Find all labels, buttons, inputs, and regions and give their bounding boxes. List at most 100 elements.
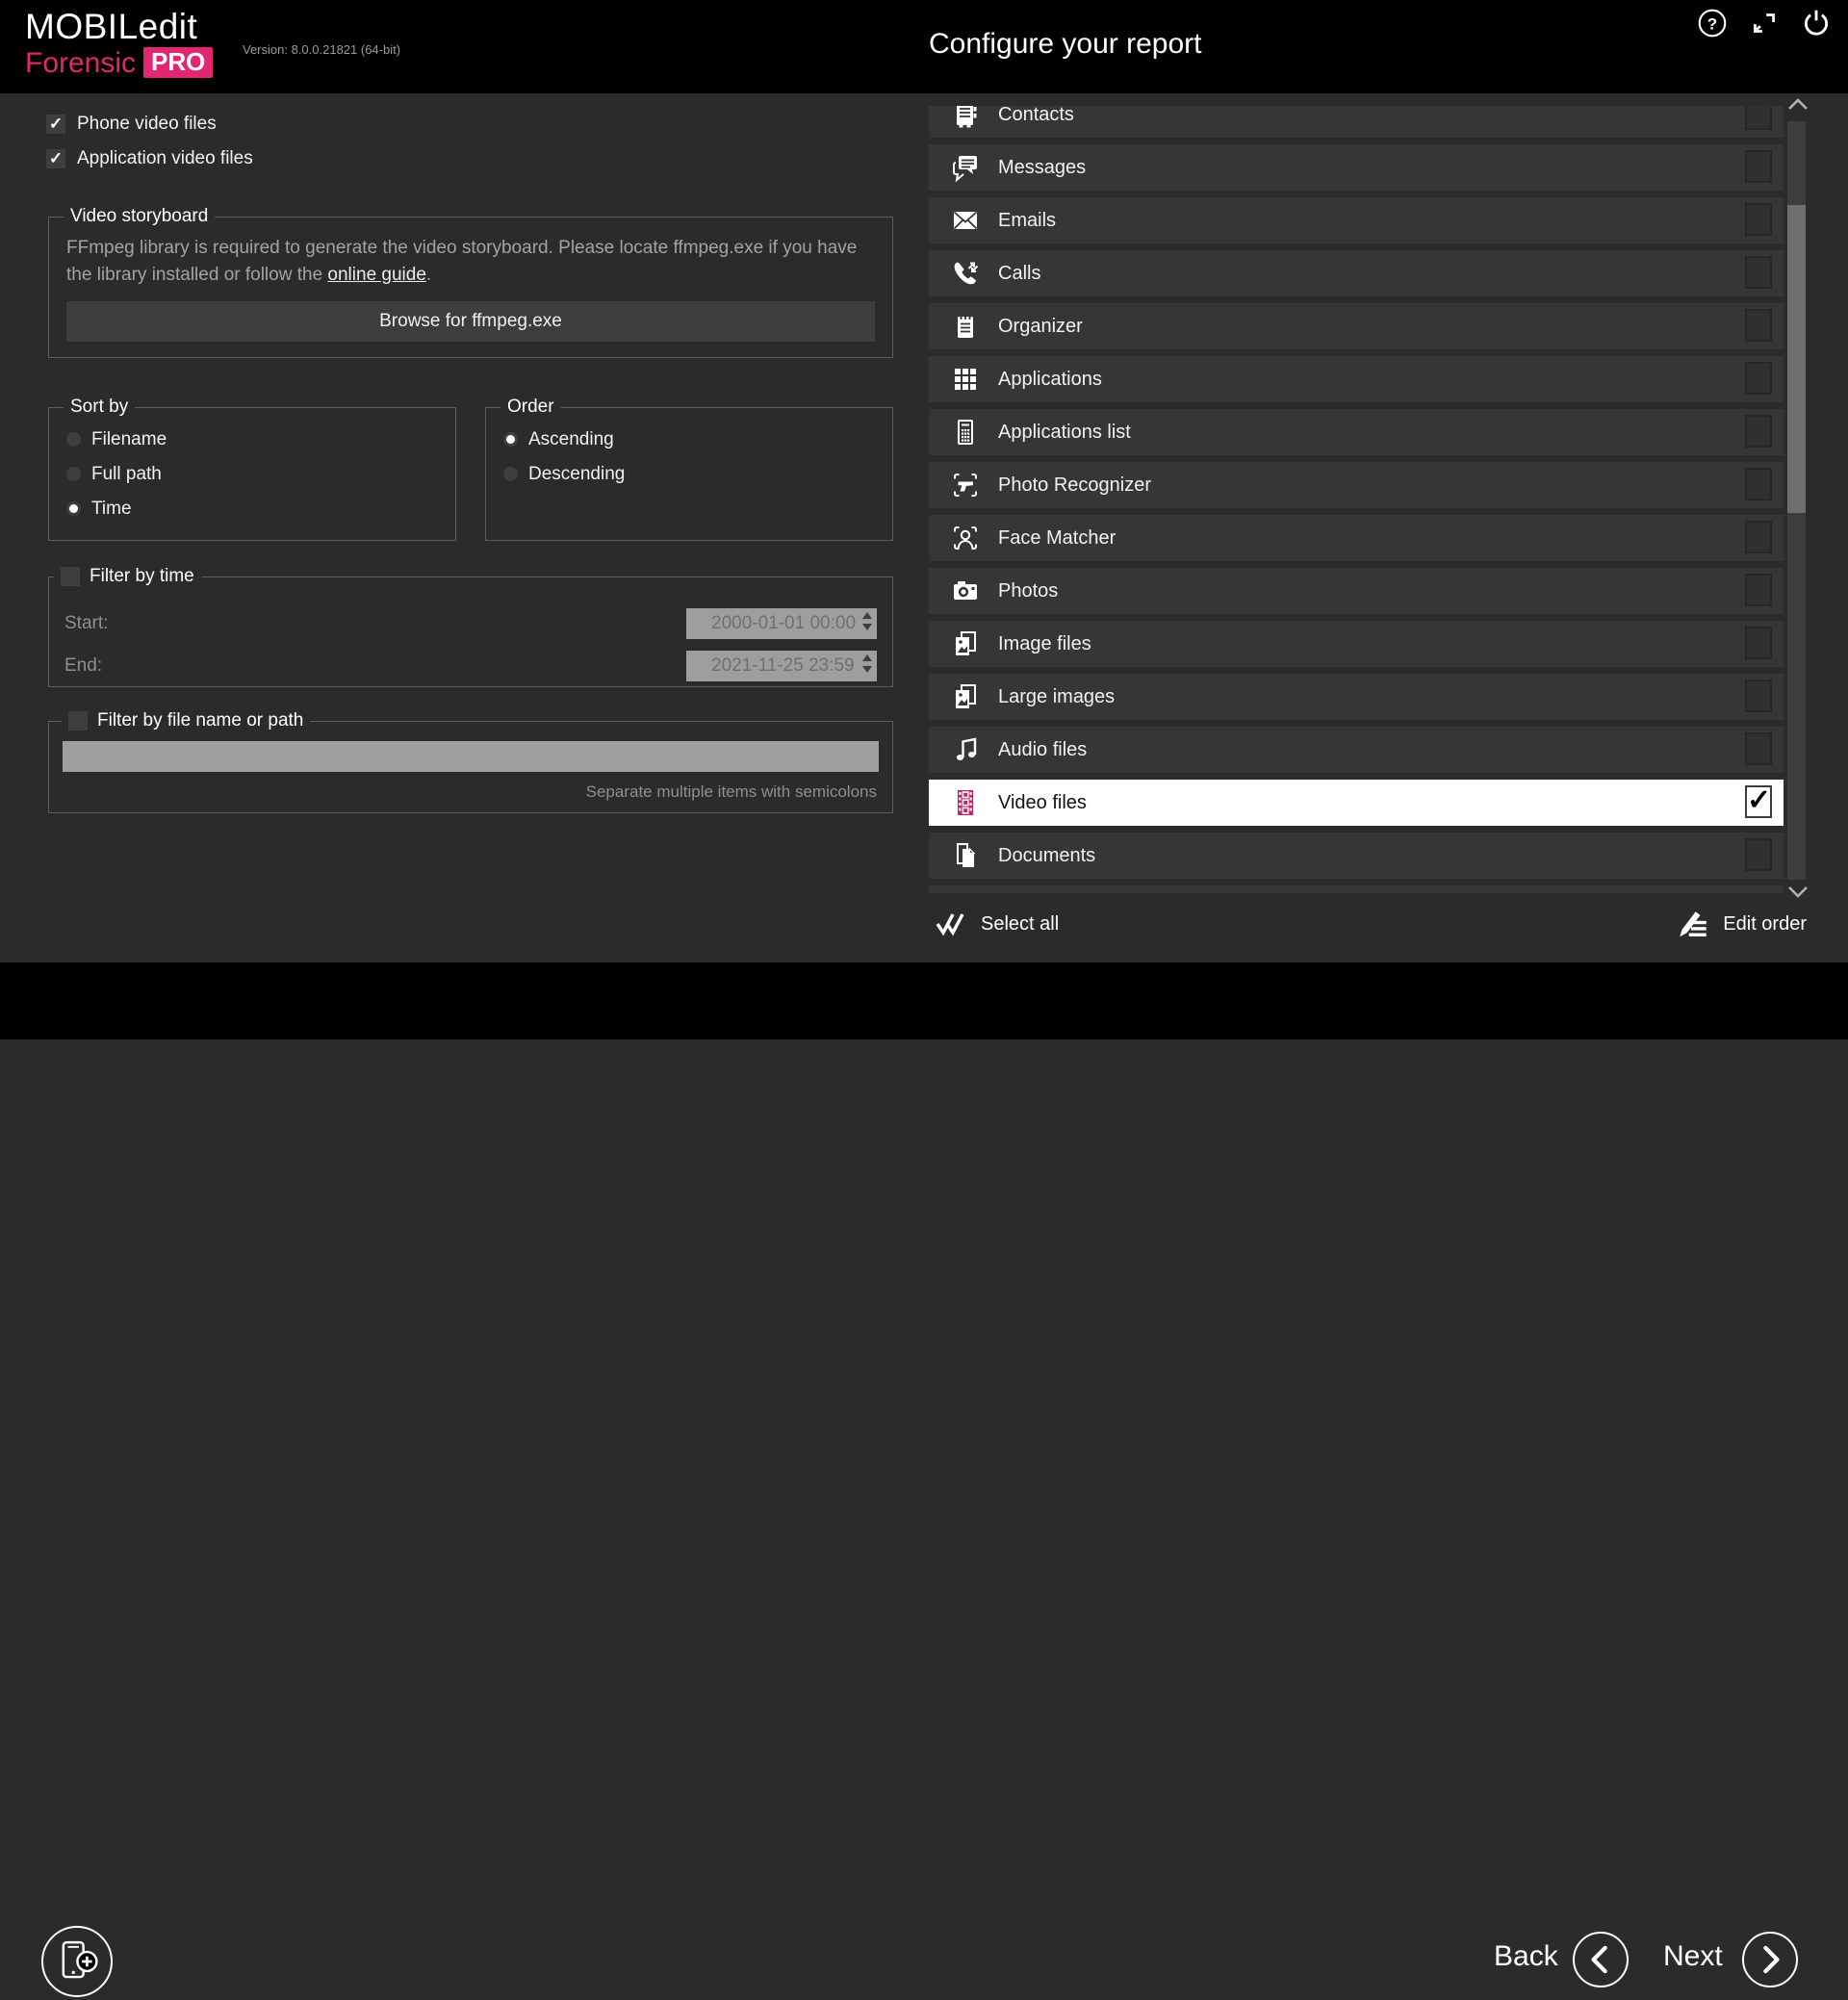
checkbox-box[interactable] — [46, 115, 65, 134]
filter-by-time-group: Filter by time Start: 2000-01-01 00:00 E… — [48, 566, 893, 687]
back-button[interactable] — [1573, 1932, 1629, 1987]
scrollbar-down-icon[interactable] — [1786, 885, 1810, 902]
power-icon[interactable] — [1800, 7, 1833, 39]
radio-label: Full path — [91, 464, 162, 485]
radio-filename[interactable]: Filename — [66, 429, 446, 449]
list-item[interactable]: Documents — [929, 833, 1784, 879]
list-item[interactable]: Calls — [929, 250, 1784, 296]
item-checkbox[interactable] — [1745, 203, 1772, 236]
logo-text-forensic: Forensic — [25, 47, 136, 79]
item-checkbox[interactable]: ✓ — [1745, 785, 1772, 818]
browse-ffmpeg-button[interactable]: Browse for ffmpeg.exe — [66, 301, 875, 342]
radio-dot[interactable] — [66, 501, 81, 516]
sort-by-options: Filename Full path Time — [59, 429, 446, 519]
list-item[interactable]: Video files✓ — [929, 780, 1784, 826]
sort-by-group: Sort by FilenameFull pathTime — [48, 397, 456, 541]
list-item-label: Contacts — [998, 106, 1074, 126]
radio-dot[interactable] — [66, 432, 81, 447]
filter-by-time-checkbox[interactable] — [61, 567, 80, 586]
radio-ascending[interactable]: Ascending — [503, 429, 883, 449]
list-item[interactable]: Face Matcher — [929, 515, 1784, 561]
applications-list-icon — [950, 417, 981, 448]
item-checkbox[interactable] — [1745, 309, 1772, 342]
photo-recognizer-icon — [950, 470, 981, 500]
list-item[interactable]: Audio files — [929, 727, 1784, 773]
online-guide-link[interactable]: online guide — [327, 265, 425, 285]
filename-filter-input[interactable] — [63, 741, 879, 772]
item-checkbox[interactable] — [1745, 732, 1772, 765]
list-item-label: Emails — [998, 210, 1056, 232]
select-all-button[interactable]: Select all — [934, 907, 1059, 941]
app-logo: MOBILedit Forensic PRO — [25, 8, 213, 79]
item-checkbox[interactable] — [1745, 362, 1772, 395]
checkbox-label: Phone video files — [77, 114, 217, 135]
edit-order-icon — [1676, 907, 1710, 941]
list-item[interactable]: Organizer — [929, 303, 1784, 349]
radio-label: Time — [91, 499, 132, 520]
checkbox-application-video-files[interactable]: Application video files — [46, 146, 253, 171]
top-bar: MOBILedit Forensic PRO Version: 8.0.0.21… — [0, 0, 1848, 93]
select-all-label: Select all — [981, 913, 1059, 936]
list-item[interactable]: Image files — [929, 621, 1784, 667]
scrollbar-track[interactable] — [1787, 121, 1806, 880]
end-spinner[interactable] — [862, 654, 872, 673]
item-checkbox[interactable] — [1745, 468, 1772, 500]
resize-icon[interactable] — [1748, 7, 1781, 39]
list-item[interactable]: Photo Recognizer — [929, 462, 1784, 508]
back-button-label[interactable]: Back — [1494, 1940, 1558, 1973]
scrollbar-thumb[interactable] — [1787, 205, 1806, 513]
applications-icon — [950, 364, 981, 395]
audio-files-icon — [950, 734, 981, 765]
list-item-partial[interactable] — [929, 885, 1784, 893]
large-images-icon — [950, 681, 981, 712]
radio-descending[interactable]: Descending — [503, 464, 883, 484]
item-checkbox[interactable] — [1745, 256, 1772, 289]
next-button-label[interactable]: Next — [1663, 1940, 1723, 1973]
add-phone-icon — [64, 1942, 97, 1977]
next-button[interactable] — [1742, 1932, 1798, 1987]
checkbox-phone-video-files[interactable]: Phone video files — [46, 112, 253, 137]
emails-icon — [950, 205, 981, 236]
item-checkbox[interactable] — [1745, 574, 1772, 606]
report-items-list: Contacts Messages Emails Calls Organizer Appl… — [929, 106, 1784, 893]
radio-time[interactable]: Time — [66, 499, 446, 519]
edit-order-label: Edit order — [1723, 913, 1807, 936]
list-item[interactable]: Applications list — [929, 409, 1784, 455]
item-checkbox[interactable] — [1745, 415, 1772, 448]
radio-dot[interactable] — [66, 467, 81, 481]
double-check-icon — [934, 907, 968, 941]
start-spinner[interactable] — [862, 612, 872, 630]
list-item[interactable]: Photos — [929, 568, 1784, 614]
calls-icon — [950, 258, 981, 289]
start-datetime-input[interactable]: 2000-01-01 00:00 — [686, 608, 877, 639]
list-item-label: Audio files — [998, 739, 1087, 761]
list-item-label: Face Matcher — [998, 527, 1116, 550]
item-checkbox[interactable] — [1745, 627, 1772, 659]
item-checkbox[interactable] — [1745, 106, 1772, 130]
scrollbar-up-icon[interactable] — [1786, 96, 1810, 114]
list-item[interactable]: Contacts — [929, 106, 1784, 138]
documents-icon — [950, 840, 981, 871]
messages-icon — [950, 152, 981, 183]
ffmpeg-description: FFmpeg library is required to generate t… — [66, 235, 875, 289]
radio-dot[interactable] — [503, 432, 518, 447]
edit-order-button[interactable]: Edit order — [1676, 907, 1807, 941]
radio-dot[interactable] — [503, 467, 518, 481]
item-checkbox[interactable] — [1745, 150, 1772, 183]
list-item[interactable]: Emails — [929, 197, 1784, 244]
list-item[interactable]: Large images — [929, 674, 1784, 720]
add-phone-button[interactable] — [41, 1926, 113, 1997]
item-checkbox[interactable] — [1745, 838, 1772, 871]
list-item[interactable]: Applications — [929, 356, 1784, 402]
help-icon[interactable]: ? — [1696, 7, 1729, 39]
order-legend: Order — [500, 397, 561, 418]
end-datetime-input[interactable]: 2021-11-25 23:59 — [686, 651, 877, 681]
checkbox-box[interactable] — [46, 149, 65, 168]
item-checkbox[interactable] — [1745, 679, 1772, 712]
list-item[interactable]: Messages — [929, 144, 1784, 191]
radio-label: Descending — [528, 464, 625, 485]
video-files-icon — [950, 787, 981, 818]
radio-full-path[interactable]: Full path — [66, 464, 446, 484]
filter-by-name-checkbox[interactable] — [68, 711, 88, 731]
item-checkbox[interactable] — [1745, 521, 1772, 553]
